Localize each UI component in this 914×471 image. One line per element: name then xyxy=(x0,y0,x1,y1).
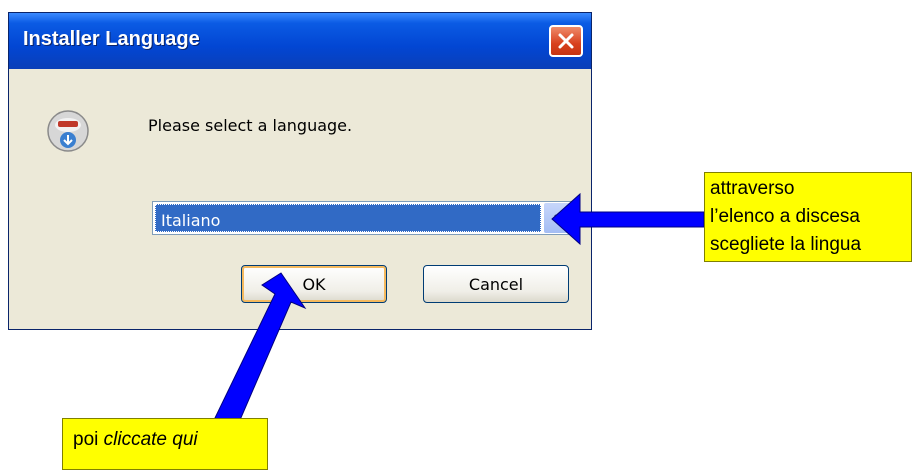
annotation-line: attraverso xyxy=(710,178,795,199)
annotation-line: l’elenco a discesa xyxy=(710,206,860,227)
arrow-to-dropdown xyxy=(551,192,705,246)
ok-annotation: poi cliccate qui xyxy=(62,418,268,470)
annotation-prefix: poi xyxy=(73,429,104,450)
annotation-line: scegliete la lingua xyxy=(710,234,862,255)
dropdown-annotation: attraverso l’elenco a discesa scegliete … xyxy=(704,172,912,262)
annotation-emphasis: cliccate qui xyxy=(103,429,198,450)
arrow-to-ok-button xyxy=(213,272,307,421)
